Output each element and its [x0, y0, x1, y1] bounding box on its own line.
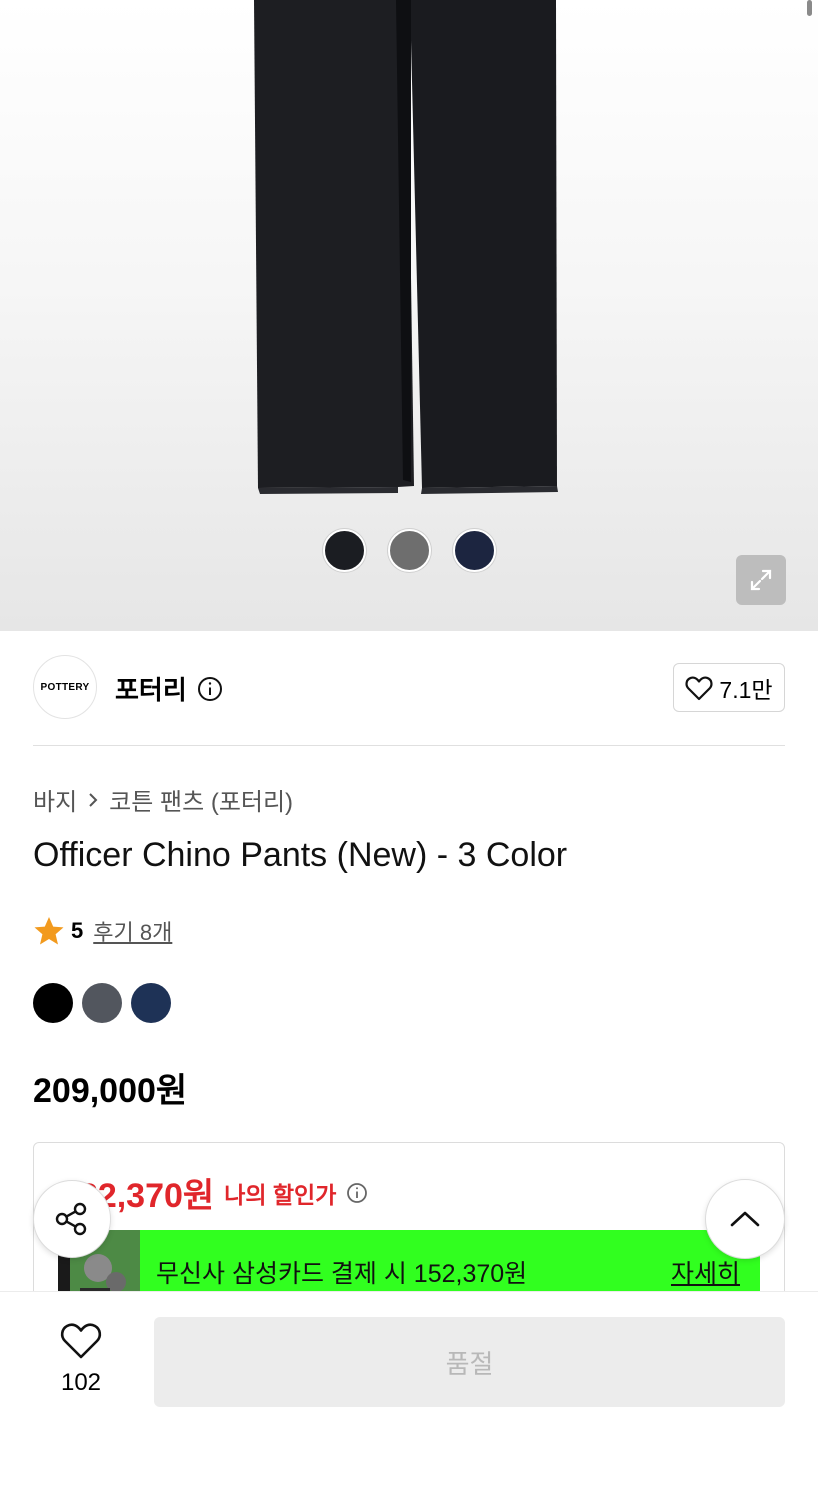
brand-like-count: 7.1만 — [719, 676, 773, 703]
color-options — [33, 983, 171, 1023]
sold-out-button[interactable]: 품절 — [154, 1317, 785, 1407]
bottom-action-bar: 102 품절 — [0, 1291, 818, 1500]
wish-count: 102 — [60, 1369, 102, 1396]
breadcrumb: 바지 코튼 팬츠 (포터리) — [33, 782, 293, 817]
color-chip-navy[interactable] — [131, 983, 171, 1023]
scrollbar[interactable] — [807, 0, 812, 16]
chevron-right-icon — [89, 792, 98, 807]
info-icon[interactable] — [197, 676, 223, 702]
color-chip-black[interactable] — [33, 983, 73, 1023]
breadcrumb-subcategory[interactable]: 코튼 팬츠 (포터리) — [109, 782, 293, 817]
my-discount-label: 나의 할인가 — [224, 1181, 337, 1208]
brand-logo[interactable]: POTTERY — [33, 655, 97, 719]
card-promo-detail-link[interactable]: 자세히 — [671, 1254, 740, 1290]
chevron-up-icon — [730, 1211, 760, 1227]
rating-score: 5 — [71, 918, 84, 943]
rating-row: 5 후기 8개 — [33, 915, 172, 947]
image-swatch-black[interactable] — [322, 529, 366, 572]
divider — [33, 745, 785, 746]
product-title: Officer Chino Pants (New) - 3 Color — [33, 836, 568, 874]
scroll-top-button[interactable] — [705, 1179, 785, 1259]
wish-button[interactable]: 102 — [50, 1322, 112, 1397]
share-icon — [55, 1202, 87, 1236]
image-swatch-navy[interactable] — [452, 529, 496, 572]
star-icon — [34, 917, 64, 945]
image-swatch-list — [0, 529, 818, 572]
heart-icon — [685, 676, 713, 700]
image-swatch-gray[interactable] — [387, 529, 431, 572]
heart-icon — [60, 1323, 102, 1359]
color-chip-charcoal[interactable] — [82, 983, 122, 1023]
product-image[interactable] — [0, 0, 818, 631]
share-button[interactable] — [33, 1180, 111, 1258]
brand-name-link[interactable]: 포터리 — [115, 670, 223, 707]
breadcrumb-category[interactable]: 바지 — [33, 782, 77, 817]
brand-row: POTTERY 포터리 7.1만 — [33, 655, 785, 721]
expand-icon — [750, 569, 772, 591]
info-icon[interactable] — [346, 1182, 368, 1204]
brand-name: 포터리 — [115, 675, 187, 705]
card-promo-text: 무신사 삼성카드 결제 시 152,370원 — [156, 1260, 528, 1288]
expand-button[interactable] — [736, 555, 786, 605]
original-price: 209,000원 — [33, 1072, 188, 1110]
review-link[interactable]: 후기 8개 — [93, 915, 172, 947]
brand-like-button[interactable]: 7.1만 — [673, 663, 785, 712]
